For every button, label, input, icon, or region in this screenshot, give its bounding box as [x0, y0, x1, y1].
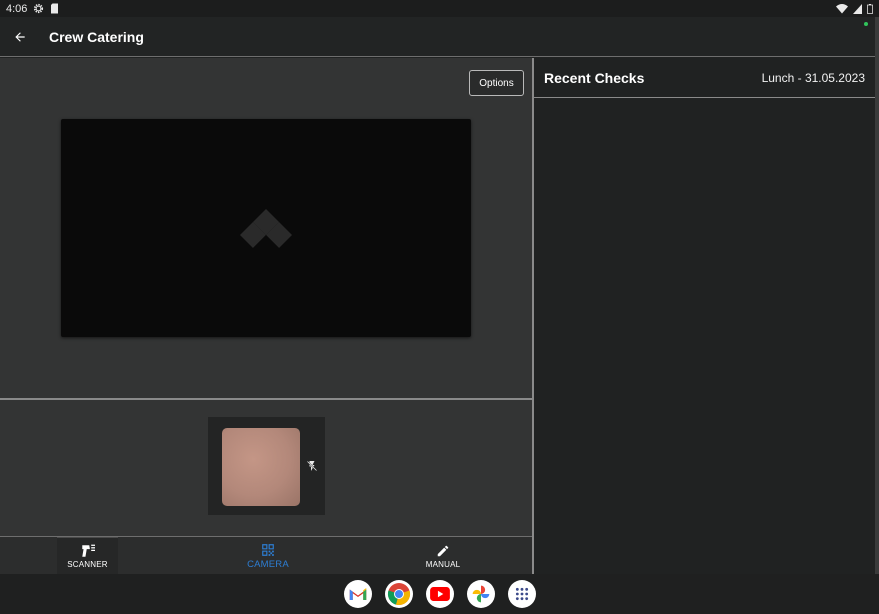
- scanner-pane: Options: [0, 58, 532, 398]
- nav-item-scanner[interactable]: SCANNER: [57, 537, 118, 575]
- photos-icon[interactable]: [466, 580, 495, 608]
- arrow-left-icon: [15, 31, 25, 42]
- app-bar: Crew Catering: [0, 17, 879, 57]
- scandit-logo-icon: [240, 209, 292, 248]
- status-time: 4:06: [6, 2, 28, 15]
- back-button[interactable]: [0, 30, 40, 44]
- signal-icon: [853, 3, 862, 14]
- preview-pane: [0, 400, 532, 536]
- status-bar: 4:06: [0, 0, 879, 17]
- recent-checks-header: Recent Checks Lunch - 31.05.2023: [534, 58, 875, 98]
- youtube-icon[interactable]: [425, 580, 454, 608]
- page-title: Crew Catering: [49, 28, 144, 45]
- nav-item-manual[interactable]: MANUAL: [410, 537, 476, 575]
- nav-label: MANUAL: [425, 559, 461, 569]
- wifi-icon: [836, 3, 848, 13]
- nav-item-camera[interactable]: CAMERA: [232, 537, 304, 575]
- qr-code-icon: [262, 543, 274, 556]
- bottom-navigation: SCANNER CAMERA MANUAL: [0, 536, 532, 575]
- meal-date-label: Lunch - 31.05.2023: [761, 70, 865, 85]
- barcode-scanner-gun-icon: [81, 544, 95, 557]
- battery-icon: [867, 3, 873, 14]
- sd-card-icon: [51, 3, 59, 14]
- camera-view[interactable]: [61, 119, 471, 337]
- window-edge: [875, 17, 879, 574]
- taskbar: [0, 574, 879, 614]
- options-button[interactable]: Options: [469, 70, 524, 96]
- pencil-icon: [437, 545, 449, 556]
- privacy-indicator-dot: [864, 22, 868, 26]
- nav-label: SCANNER: [67, 560, 108, 569]
- camera-preview-box: [208, 417, 325, 515]
- recent-checks-list[interactable]: [534, 99, 875, 574]
- flash-off-icon[interactable]: [306, 460, 318, 472]
- chrome-icon[interactable]: [384, 580, 413, 608]
- settings-gear-icon: [34, 3, 44, 14]
- nav-label: CAMERA: [247, 558, 289, 570]
- camera-preview-thumbnail[interactable]: [222, 428, 300, 506]
- app-drawer-icon[interactable]: [507, 580, 536, 608]
- recent-checks-title: Recent Checks: [544, 69, 645, 86]
- gmail-icon[interactable]: [343, 580, 372, 608]
